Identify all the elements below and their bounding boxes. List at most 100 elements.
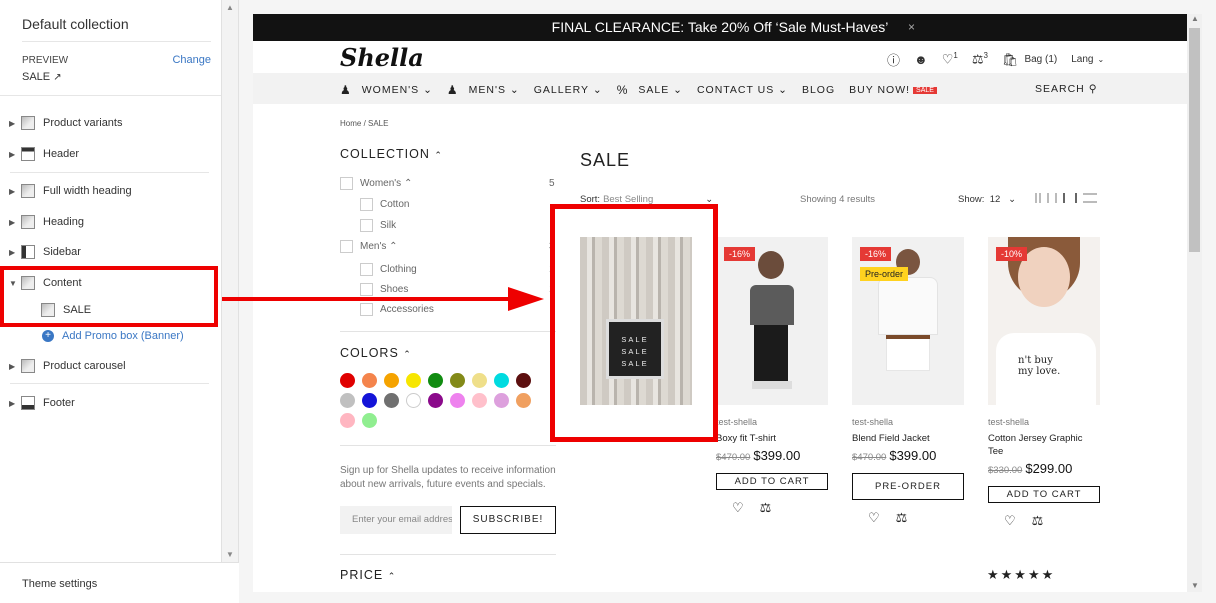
product-name[interactable]: Boxy fit T-shirt (716, 432, 828, 445)
color-swatch[interactable] (450, 393, 465, 408)
nav-sale[interactable]: % SALE ⌄ (617, 83, 683, 97)
section-heading[interactable]: ▶ Heading (0, 211, 222, 233)
color-swatch[interactable] (494, 393, 509, 408)
price-heading[interactable]: PRICE ⌃ (340, 568, 396, 582)
compare-icon[interactable]: ⚖ (1032, 513, 1044, 529)
color-swatch[interactable] (362, 413, 377, 428)
filter-womens[interactable]: Women's ⌃ (340, 177, 412, 190)
color-swatch[interactable] (516, 393, 531, 408)
checkbox[interactable] (360, 198, 373, 211)
product-card[interactable]: n't buy my love. -10% test-shella Cotton … (988, 237, 1100, 529)
close-icon[interactable]: × (908, 14, 915, 41)
chevron-right-icon[interactable]: ▶ (9, 119, 17, 128)
product-image[interactable]: -16% Pre-order (852, 237, 964, 405)
compare-icon[interactable]: ⚖3 (972, 51, 988, 67)
color-swatch[interactable] (340, 413, 355, 428)
email-input[interactable]: Enter your email address (340, 506, 452, 534)
product-card[interactable]: -16% Pre-order test-shella Blend Field J… (852, 237, 964, 526)
section-footer[interactable]: ▶ Footer (0, 392, 222, 414)
preview-scrollbar[interactable]: ▲ ▼ (1187, 14, 1202, 592)
wishlist-icon[interactable]: ♡ (1004, 513, 1016, 529)
product-vendor[interactable]: test-shella (716, 417, 828, 427)
pre-order-button[interactable]: PRE-ORDER (852, 473, 964, 500)
wishlist-icon[interactable]: ♡1 (942, 51, 958, 67)
product-name[interactable]: Blend Field Jacket (852, 432, 964, 445)
section-product-variants[interactable]: ▶ Product variants (0, 112, 222, 134)
color-swatch[interactable] (472, 393, 487, 408)
preview-value[interactable]: SALE ↗ (22, 71, 62, 83)
checkbox[interactable] (340, 240, 353, 253)
color-swatch[interactable] (428, 393, 443, 408)
grid-2-icon[interactable] (1035, 193, 1041, 203)
checkbox[interactable] (360, 219, 373, 232)
scroll-down-icon[interactable]: ▼ (226, 550, 234, 559)
logo[interactable]: Shella (340, 43, 424, 72)
compare-icon[interactable]: ⚖ (760, 500, 772, 516)
add-to-cart-button[interactable]: ADD TO CART (716, 473, 828, 490)
product-image[interactable]: n't buy my love. -10% (988, 237, 1100, 405)
nav-contact[interactable]: CONTACT US ⌄ (697, 83, 788, 97)
checkbox[interactable] (340, 177, 353, 190)
nav-gallery[interactable]: GALLERY ⌄ (534, 83, 603, 97)
checkbox[interactable] (360, 303, 373, 316)
nav-blog[interactable]: BLOG (802, 83, 835, 97)
color-swatch[interactable] (362, 373, 377, 388)
account-icon[interactable]: ☻ (914, 52, 928, 67)
filter-cotton[interactable]: Cotton (360, 198, 409, 211)
collection-heading[interactable]: COLLECTION ⌃ (340, 147, 443, 161)
scrollbar-thumb[interactable] (1189, 28, 1200, 252)
add-promo-box-button[interactable]: + Add Promo box (Banner) (42, 330, 184, 342)
chevron-right-icon[interactable]: ▶ (9, 218, 17, 227)
subscribe-button[interactable]: SUBSCRIBE! (460, 506, 556, 534)
chevron-right-icon[interactable]: ▶ (9, 150, 17, 159)
section-product-carousel[interactable]: ▶ Product carousel (0, 355, 222, 377)
color-swatch[interactable] (340, 373, 355, 388)
list-view-icon[interactable] (1083, 193, 1097, 203)
color-swatch[interactable] (428, 373, 443, 388)
product-card[interactable]: -16% test-shella Boxy fit T-shirt $470.0… (716, 237, 828, 516)
show-dropdown[interactable]: Show: 12 ⌄ (958, 194, 1016, 205)
help-icon[interactable]: ⓘ (887, 50, 900, 69)
breadcrumb[interactable]: Home / SALE (340, 119, 388, 128)
product-name[interactable]: Cotton Jersey Graphic Tee (988, 432, 1100, 458)
scroll-up-icon[interactable]: ▲ (1191, 14, 1199, 23)
scroll-up-icon[interactable]: ▲ (226, 3, 234, 12)
compare-icon[interactable]: ⚖ (896, 510, 908, 526)
lang-dropdown[interactable]: Lang (1071, 54, 1093, 65)
filter-shoes[interactable]: Shoes (360, 283, 408, 296)
color-swatch[interactable] (450, 373, 465, 388)
color-swatch[interactable] (384, 393, 399, 408)
color-swatch[interactable] (406, 373, 421, 388)
chevron-right-icon[interactable]: ▶ (9, 187, 17, 196)
editor-scrollbar[interactable]: ▲ ▼ (222, 0, 239, 562)
filter-clothing[interactable]: Clothing (360, 263, 417, 276)
filter-accessories[interactable]: Accessories (360, 303, 434, 316)
color-swatch[interactable] (384, 373, 399, 388)
theme-settings-button[interactable]: Theme settings (0, 562, 239, 603)
wishlist-icon[interactable]: ♡ (732, 500, 744, 516)
filter-mens[interactable]: Men's ⌃ (340, 240, 398, 253)
color-swatch[interactable] (406, 393, 421, 408)
color-swatch[interactable] (362, 393, 377, 408)
chevron-right-icon[interactable]: ▶ (9, 362, 17, 371)
nav-womens[interactable]: ♟ WOMEN'S ⌄ (340, 83, 433, 97)
wishlist-icon[interactable]: ♡ (868, 510, 880, 526)
color-swatch[interactable] (494, 373, 509, 388)
chevron-right-icon[interactable]: ▶ (9, 399, 17, 408)
change-link[interactable]: Change (172, 54, 211, 66)
color-swatch[interactable] (340, 393, 355, 408)
color-swatch[interactable] (516, 373, 531, 388)
filter-silk[interactable]: Silk (360, 219, 396, 232)
product-vendor[interactable]: test-shella (852, 417, 964, 427)
checkbox[interactable] (360, 283, 373, 296)
scroll-down-icon[interactable]: ▼ (1191, 581, 1199, 590)
bag-label[interactable]: Bag (1) (1024, 54, 1057, 65)
add-to-cart-button[interactable]: ADD TO CART (988, 486, 1100, 503)
search-button[interactable]: SEARCH ⚲ (1035, 83, 1097, 95)
chevron-right-icon[interactable]: ▶ (9, 248, 17, 257)
section-sidebar[interactable]: ▶ Sidebar (0, 241, 222, 263)
section-full-width-heading[interactable]: ▶ Full width heading (0, 180, 222, 202)
product-image[interactable]: -16% (716, 237, 828, 405)
color-swatch[interactable] (472, 373, 487, 388)
colors-heading[interactable]: COLORS ⌃ (340, 346, 412, 360)
